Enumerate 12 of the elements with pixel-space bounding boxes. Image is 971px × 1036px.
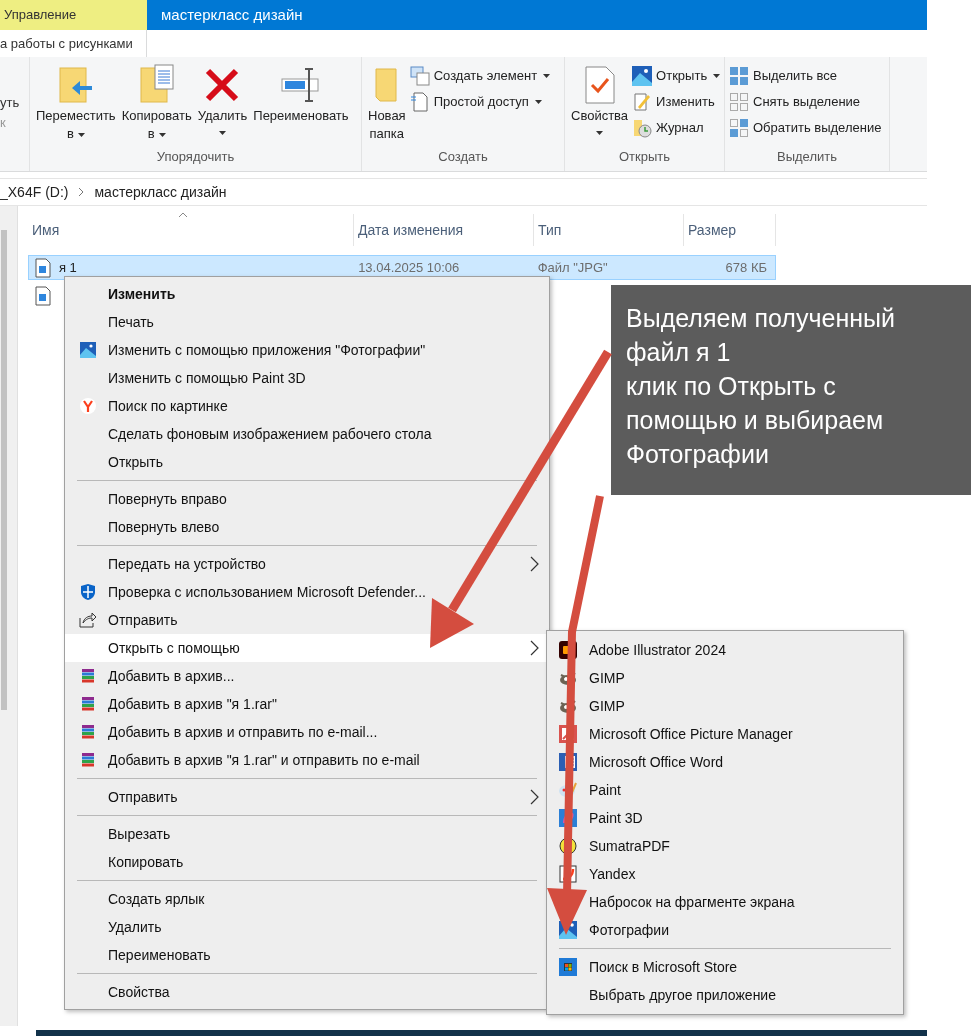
table-cell-text: я 1 bbox=[57, 258, 78, 277]
ribbon-label: уть bbox=[0, 94, 21, 112]
annotation-text: Выделяем полученный файл я 1 клик по Открыть с помощью и выбираем Фотографии bbox=[611, 285, 971, 495]
table-cell-text: Файл "JPG" bbox=[536, 258, 609, 277]
table-cell-text: 678 КБ bbox=[724, 258, 768, 277]
ribbon-label: к bbox=[0, 113, 7, 132]
table-cell-text: 13.04.2025 10:06 bbox=[357, 258, 461, 277]
ribbon-group-label: Упорядочить bbox=[155, 147, 236, 166]
ribbon-group-label: Создать bbox=[437, 147, 489, 166]
window-title: мастеркласс дизайн bbox=[147, 0, 927, 30]
ribbon-group-label: Открыть bbox=[617, 147, 672, 166]
ribbon-group-label: Выделить bbox=[776, 147, 838, 166]
